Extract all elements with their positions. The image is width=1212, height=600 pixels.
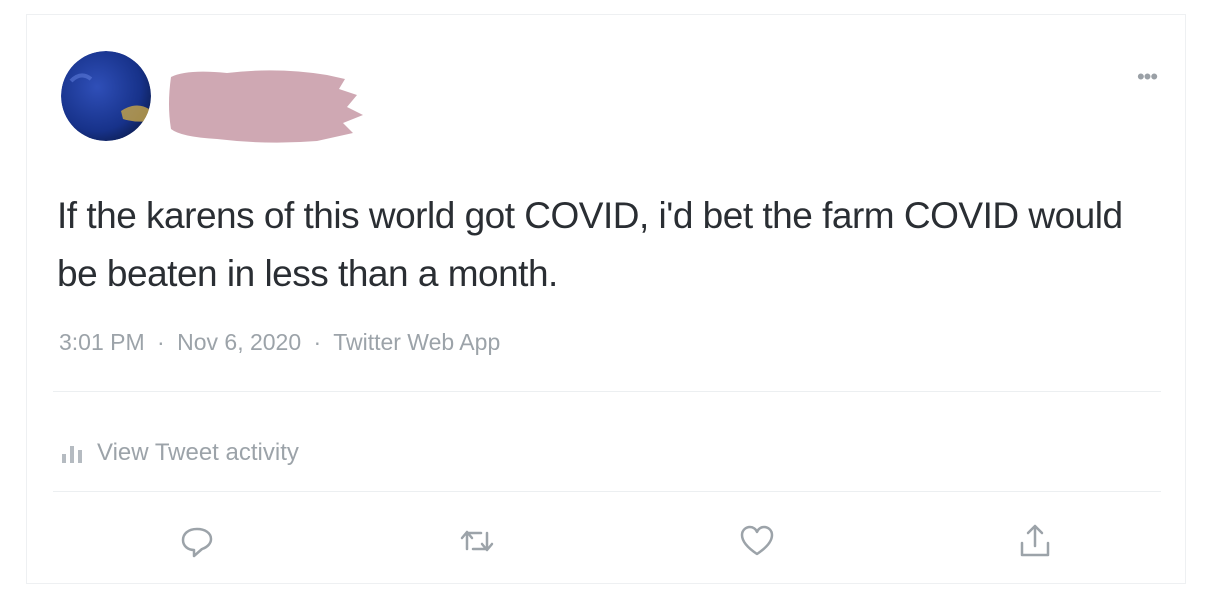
retweet-button[interactable] [455, 519, 499, 563]
retweet-icon [460, 530, 494, 552]
avatar-image [61, 51, 151, 141]
tweet-time[interactable]: 3:01 PM [59, 329, 145, 355]
divider [53, 491, 1161, 492]
reply-button[interactable] [175, 519, 219, 563]
tweet-text: If the karens of this world got COVID, i… [57, 195, 1123, 294]
tweet-meta: 3:01 PM · Nov 6, 2020 · Twitter Web App [59, 329, 506, 356]
share-icon [1020, 524, 1050, 557]
tweet-date[interactable]: Nov 6, 2020 [177, 329, 301, 355]
view-tweet-activity-link[interactable]: View Tweet activity [59, 433, 299, 473]
meta-separator: · [157, 329, 165, 355]
like-icon [740, 525, 774, 556]
reply-icon [181, 527, 213, 558]
divider [53, 391, 1161, 392]
redacted-username [167, 65, 367, 145]
tweet-actions [27, 511, 1187, 571]
tweet-card: ••• If the karens of this world got COVI… [26, 14, 1186, 584]
view-tweet-activity-label: View Tweet activity [97, 439, 299, 466]
like-button[interactable] [735, 519, 779, 563]
tweet-source[interactable]: Twitter Web App [333, 329, 500, 355]
meta-separator: · [313, 329, 322, 355]
more-options-icon[interactable]: ••• [1127, 66, 1167, 88]
user-avatar[interactable] [61, 51, 151, 141]
bar-chart-icon [62, 446, 82, 463]
share-button[interactable] [1013, 519, 1057, 563]
